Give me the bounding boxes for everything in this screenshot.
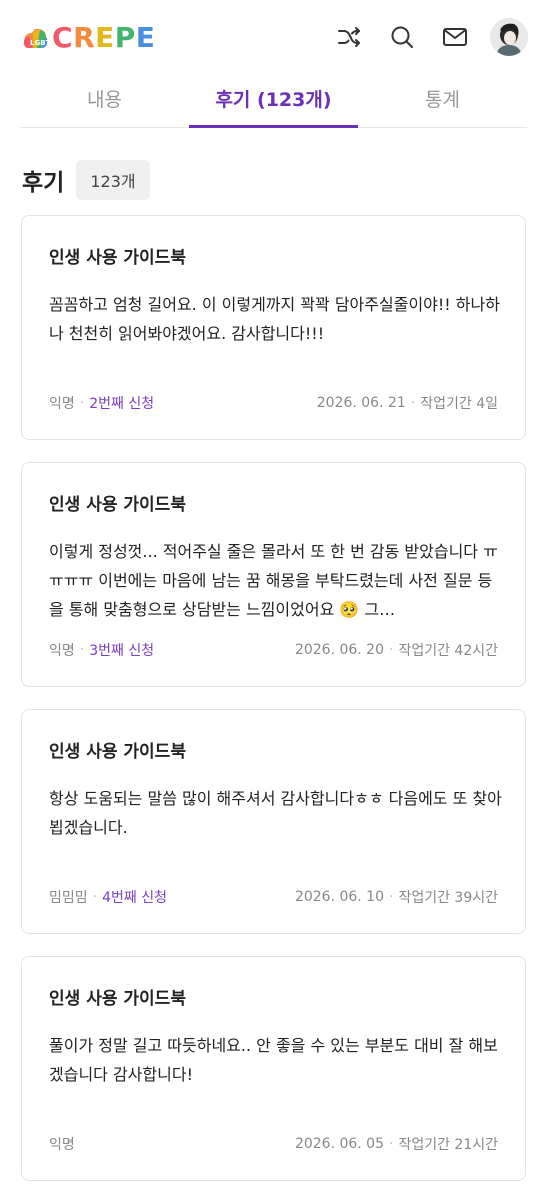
review-meta: 익명 · 3번째 신청 2026. 06. 20 · 작업기간 42시간 bbox=[49, 640, 498, 660]
separator-dot: · bbox=[410, 395, 416, 411]
avatar-image bbox=[490, 18, 528, 56]
crepe-logo-icon: LGBT bbox=[24, 28, 50, 48]
separator-dot: · bbox=[389, 1136, 394, 1152]
review-title: 인생 사용 가이드북 bbox=[49, 495, 186, 515]
review-meta: 밈밈밈 · 4번째 신청 2026. 06. 10 · 작업기간 39시간 bbox=[49, 887, 498, 907]
review-duration: 작업기간 39시간 bbox=[398, 890, 498, 906]
logo-letter: E bbox=[95, 21, 115, 54]
mail-icon bbox=[443, 28, 467, 46]
crepe-logo[interactable]: LGBT CREPE bbox=[20, 22, 155, 54]
review-author: 밈밈밈 bbox=[49, 890, 88, 906]
shuffle-icon bbox=[338, 27, 360, 47]
review-body: 이렇게 정성껏... 적어주실 줄은 몰라서 또 한 번 감동 받았습니다 ㅠㅠ… bbox=[49, 542, 498, 619]
shuffle-button[interactable] bbox=[334, 22, 364, 52]
review-author: 익명 bbox=[49, 643, 75, 659]
review-date: 2026. 06. 10 bbox=[294, 889, 384, 905]
review-title: 인생 사용 가이드북 bbox=[49, 248, 186, 268]
section-title: 후기 bbox=[22, 170, 65, 196]
review-body: 풀이가 정말 길고 따듯하네요.. 안 좋을 수 있는 부분도 대비 잘 해보겠… bbox=[49, 1036, 498, 1084]
separator-dot: · bbox=[92, 889, 98, 905]
tab-content[interactable]: 내용 bbox=[20, 78, 189, 127]
review-meta: 익명 2026. 06. 05 · 작업기간 21시간 bbox=[49, 1134, 498, 1154]
review-meta: 익명 · 2번째 신청 2026. 06. 21 · 작업기간 4일 bbox=[49, 393, 498, 413]
review-date: 2026. 06. 20 bbox=[294, 642, 384, 658]
review-duration: 작업기간 21시간 bbox=[398, 1137, 498, 1153]
review-title: 인생 사용 가이드북 bbox=[49, 989, 186, 1009]
review-author: 익명 bbox=[49, 396, 75, 412]
tab-stats[interactable]: 통계 bbox=[358, 78, 527, 127]
review-date: 2026. 06. 05 bbox=[294, 1136, 384, 1152]
logo-letter: P bbox=[114, 21, 136, 54]
separator-dot: · bbox=[389, 889, 394, 905]
logo-text: CREPE bbox=[52, 22, 155, 54]
review-order: 3번째 신청 bbox=[89, 643, 155, 659]
tab-reviews[interactable]: 후기 (123개) bbox=[189, 78, 358, 128]
tab-bar: 내용 후기 (123개) 통계 bbox=[20, 78, 527, 128]
search-button[interactable] bbox=[387, 22, 417, 52]
top-bar: LGBT CREPE bbox=[0, 0, 547, 76]
logo-letter: E bbox=[135, 21, 156, 54]
review-title: 인생 사용 가이드북 bbox=[49, 742, 186, 762]
review-order: 2번째 신청 bbox=[89, 396, 155, 412]
review-author: 익명 bbox=[49, 1137, 75, 1153]
logo-letter: R bbox=[73, 21, 96, 54]
separator-dot: · bbox=[389, 642, 394, 658]
review-order: 4번째 신청 bbox=[102, 890, 167, 906]
svg-text:LGBT: LGBT bbox=[30, 39, 50, 47]
avatar[interactable] bbox=[490, 18, 528, 56]
reviews-header: 후기 123개 bbox=[22, 160, 150, 200]
review-card[interactable]: 인생 사용 가이드북 꼼꼼하고 엄청 길어요. 이 이렇게까지 꽉꽉 담아주실줄… bbox=[21, 215, 526, 440]
mail-button[interactable] bbox=[440, 22, 470, 52]
logo-letter: C bbox=[52, 21, 74, 54]
search-icon bbox=[391, 26, 413, 48]
review-duration: 작업기간 42시간 bbox=[398, 643, 498, 659]
review-card[interactable]: 인생 사용 가이드북 이렇게 정성껏... 적어주실 줄은 몰라서 또 한 번 … bbox=[21, 462, 526, 687]
separator-dot: · bbox=[79, 642, 85, 658]
review-body: 항상 도움되는 말씀 많이 해주셔서 감사합니다ㅎㅎ 다음에도 또 찾아뵙겠습니… bbox=[49, 789, 502, 837]
review-count-badge: 123개 bbox=[76, 160, 150, 200]
review-card[interactable]: 인생 사용 가이드북 풀이가 정말 길고 따듯하네요.. 안 좋을 수 있는 부… bbox=[21, 956, 526, 1181]
review-date: 2026. 06. 21 bbox=[316, 395, 406, 411]
separator-dot: · bbox=[79, 395, 85, 411]
review-duration: 작업기간 4일 bbox=[420, 396, 498, 412]
review-body: 꼼꼼하고 엄청 길어요. 이 이렇게까지 꽉꽉 담아주실줄이야!! 하나하나 천… bbox=[49, 295, 500, 343]
review-card[interactable]: 인생 사용 가이드북 항상 도움되는 말씀 많이 해주셔서 감사합니다ㅎㅎ 다음… bbox=[21, 709, 526, 934]
